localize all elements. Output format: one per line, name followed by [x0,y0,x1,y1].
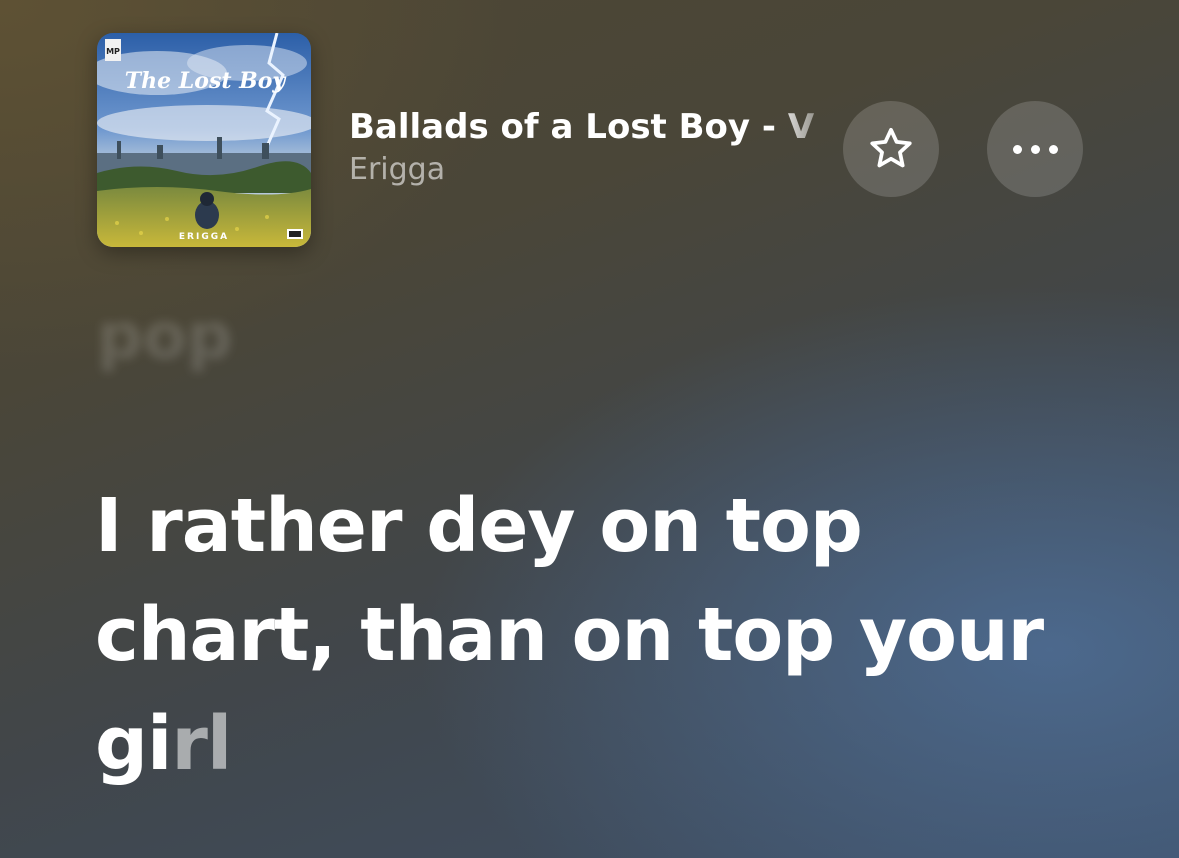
lyric-line-1: I rather dey on top [95,483,863,569]
ellipsis-icon [1012,144,1058,154]
favorite-button[interactable] [843,101,939,197]
more-options-button[interactable] [987,101,1083,197]
album-artwork-image: MP The Lost Boy ERIGGA [97,33,311,247]
star-icon [870,127,912,168]
current-lyric-line[interactable]: I rather dey on top chart, than on top y… [95,472,1145,799]
lyric-pending-text: rl [171,701,232,787]
album-artwork[interactable]: MP The Lost Boy ERIGGA [97,33,311,247]
track-artist: Erigga [349,152,446,187]
label-badge: MP [106,47,120,56]
lyric-sung-text: gi [95,701,172,787]
track-info[interactable]: Ballads of a Lost Boy - V Erigga [349,104,829,190]
artwork-title-text: The Lost Boy [125,68,288,94]
lyric-line-2: chart, than on top your [95,592,1044,678]
artwork-artist-text: ERIGGA [179,232,229,242]
previous-lyric-line[interactable]: pop [97,300,233,374]
lyric-line-3: girl [95,690,1145,799]
now-playing-header: MP The Lost Boy ERIGGA Ballads of a Lost… [0,0,1179,270]
track-title: Ballads of a Lost Boy - V [349,107,815,147]
